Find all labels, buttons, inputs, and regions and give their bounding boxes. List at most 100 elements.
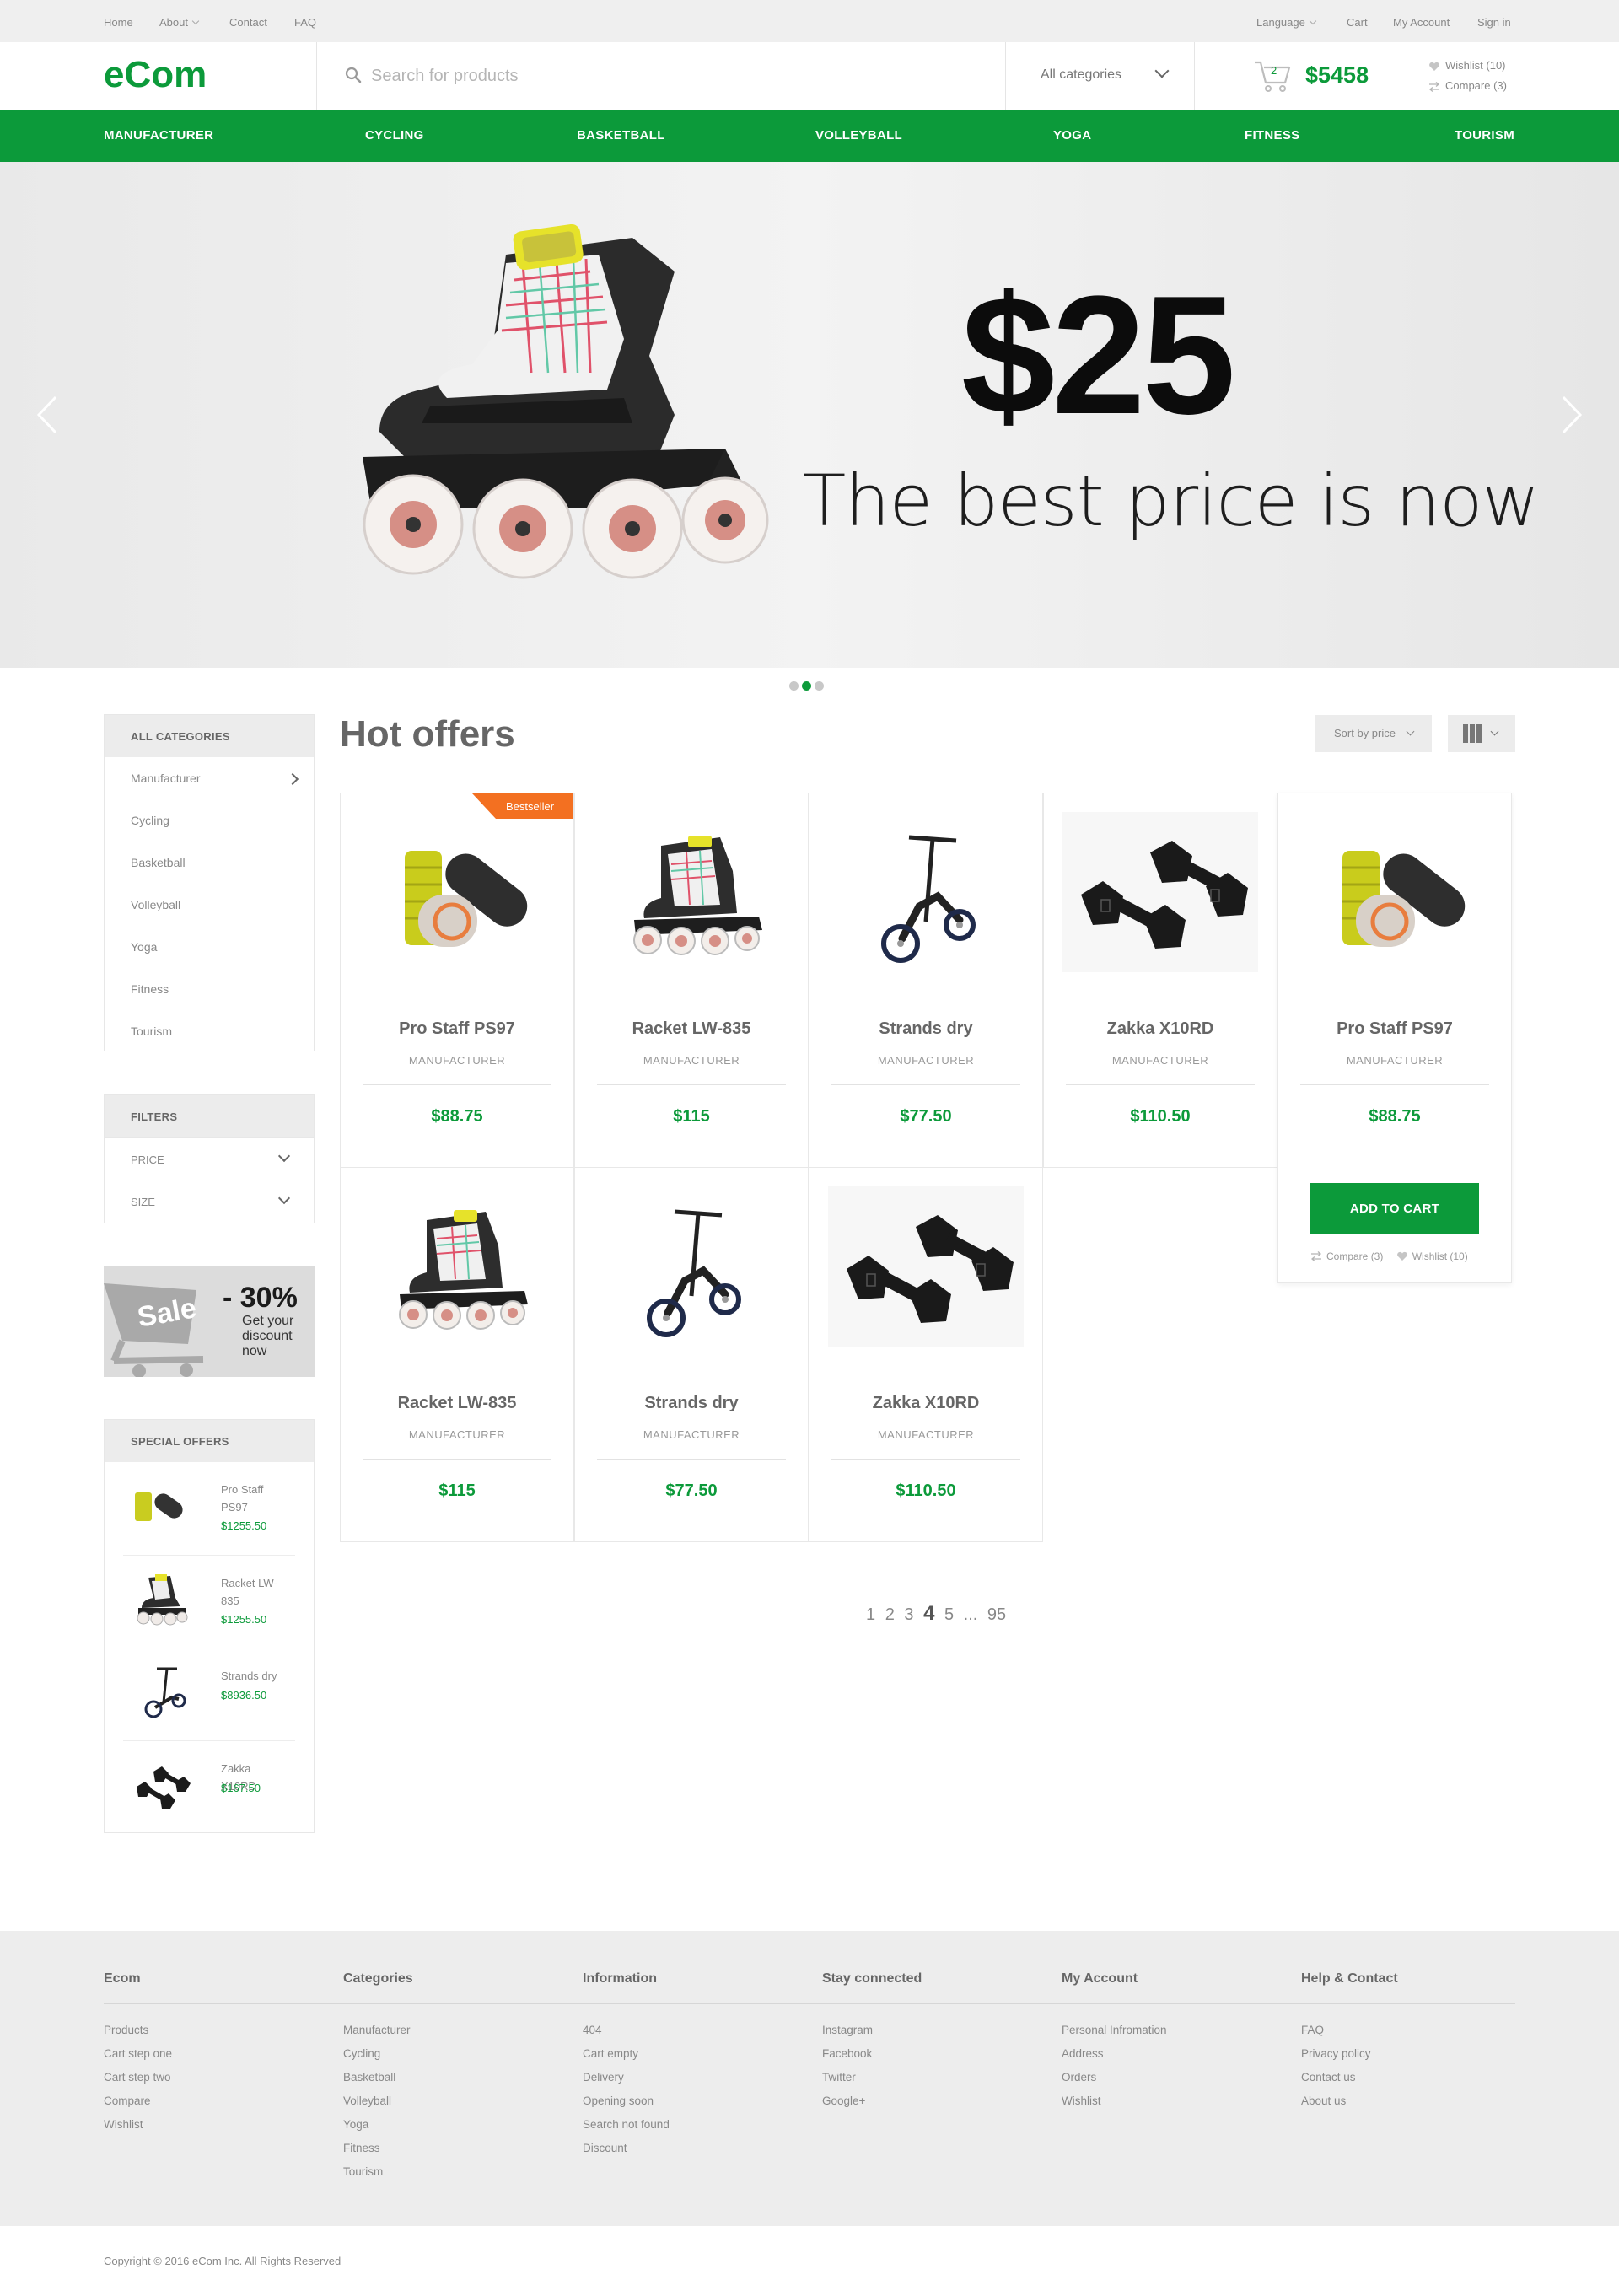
category-item-yoga[interactable]: Yoga xyxy=(105,926,314,968)
slider-dot-active[interactable] xyxy=(802,681,811,691)
top-link-about[interactable]: About xyxy=(159,16,200,29)
add-to-cart-button[interactable]: ADD TO CART xyxy=(1310,1183,1479,1234)
footer-link[interactable]: Wishlist xyxy=(104,2118,172,2142)
footer-link[interactable]: Contact us xyxy=(1301,2071,1371,2094)
product-name[interactable]: Zakka X10RD xyxy=(810,1394,1042,1413)
top-link-cart[interactable]: Cart xyxy=(1347,16,1368,29)
search-icon[interactable] xyxy=(345,67,362,83)
footer-link[interactable]: Google+ xyxy=(822,2094,873,2118)
product-card[interactable]: Bestseller Pro Staff PS97 MANUFACTURER $… xyxy=(340,793,574,1168)
special-offer-item[interactable]: Zakka X10RD $167.50 xyxy=(123,1740,295,1833)
nav-item-cycling[interactable]: CYCLING xyxy=(365,128,424,142)
category-select[interactable]: All categories xyxy=(1041,67,1121,83)
footer-link[interactable]: Compare xyxy=(104,2094,172,2118)
footer-link[interactable]: Twitter xyxy=(822,2071,873,2094)
header-compare-link[interactable]: Compare (3) xyxy=(1428,79,1507,92)
language-dropdown[interactable]: Language xyxy=(1256,16,1317,29)
footer-link[interactable]: Privacy policy xyxy=(1301,2047,1371,2071)
top-link-home[interactable]: Home xyxy=(104,16,133,29)
product-card[interactable]: Racket LW-835 MANUFACTURER $115 xyxy=(340,1167,574,1542)
category-item-manufacturer[interactable]: Manufacturer xyxy=(105,757,314,799)
chevron-down-icon[interactable] xyxy=(1154,63,1170,78)
footer-link[interactable]: Orders xyxy=(1062,2071,1167,2094)
page-link-current[interactable]: 4 xyxy=(923,1602,934,1625)
filter-size[interactable]: SIZE xyxy=(105,1180,314,1222)
sale-banner[interactable]: Sale - 30% Get your discount now xyxy=(104,1266,315,1377)
footer-link[interactable]: Delivery xyxy=(583,2071,670,2094)
header-wishlist-link[interactable]: Wishlist (10) xyxy=(1428,59,1506,72)
slider-dot[interactable] xyxy=(815,681,824,691)
product-name[interactable]: Pro Staff PS97 xyxy=(1278,1019,1511,1039)
category-item-fitness[interactable]: Fitness xyxy=(105,968,314,1010)
category-item-volleyball[interactable]: Volleyball xyxy=(105,884,314,926)
product-name[interactable]: Racket LW-835 xyxy=(341,1394,573,1413)
arrow-right-icon[interactable] xyxy=(1555,394,1589,436)
view-toggle[interactable] xyxy=(1448,715,1515,752)
nav-item-manufacturer[interactable]: MANUFACTURER xyxy=(104,128,213,142)
slider-dot[interactable] xyxy=(789,681,799,691)
card-compare-link[interactable]: Compare (3) xyxy=(1310,1250,1383,1262)
page-link[interactable]: 1 xyxy=(866,1605,875,1624)
product-card[interactable]: Zakka X10RD MANUFACTURER $110.50 xyxy=(1043,793,1277,1168)
footer-link[interactable]: FAQ xyxy=(1301,2024,1371,2047)
category-item-tourism[interactable]: Tourism xyxy=(105,1010,314,1052)
nav-item-volleyball[interactable]: VOLLEYBALL xyxy=(815,128,902,142)
nav-item-tourism[interactable]: TOURISM xyxy=(1455,128,1514,142)
footer-link[interactable]: Basketball xyxy=(343,2071,411,2094)
footer-link[interactable]: Fitness xyxy=(343,2142,411,2165)
footer-link[interactable]: Cart step one xyxy=(104,2047,172,2071)
page-link[interactable]: 2 xyxy=(885,1605,895,1624)
page-link[interactable]: 95 xyxy=(987,1605,1006,1624)
logo[interactable]: eCom xyxy=(104,54,207,96)
nav-item-basketball[interactable]: BASKETBALL xyxy=(577,128,665,142)
product-card[interactable]: Zakka X10RD MANUFACTURER $110.50 xyxy=(809,1167,1043,1542)
arrow-left-icon[interactable] xyxy=(30,394,64,436)
category-item-cycling[interactable]: Cycling xyxy=(105,799,314,842)
footer-link[interactable]: Cart empty xyxy=(583,2047,670,2071)
special-offer-item[interactable]: Racket LW-835 $1255.50 xyxy=(123,1555,295,1648)
footer-link[interactable]: Volleyball xyxy=(343,2094,411,2118)
category-item-basketball[interactable]: Basketball xyxy=(105,842,314,884)
card-wishlist-link[interactable]: Wishlist (10) xyxy=(1396,1250,1468,1262)
cart-total[interactable]: $5458 xyxy=(1305,62,1369,89)
footer-link[interactable]: Wishlist xyxy=(1062,2094,1167,2118)
product-card[interactable]: Strands dry MANUFACTURER $77.50 xyxy=(809,793,1043,1168)
product-name[interactable]: Zakka X10RD xyxy=(1044,1019,1277,1039)
footer-link[interactable]: Tourism xyxy=(343,2165,411,2189)
card-compare-label: Compare (3) xyxy=(1326,1250,1384,1262)
special-offer-item[interactable]: Strands dry $8936.50 xyxy=(123,1648,295,1740)
product-card-hovered[interactable]: Pro Staff PS97 MANUFACTURER $88.75 ADD T… xyxy=(1277,793,1512,1283)
nav-item-yoga[interactable]: YOGA xyxy=(1053,128,1091,142)
footer-link[interactable]: Address xyxy=(1062,2047,1167,2071)
footer-link[interactable]: Instagram xyxy=(822,2024,873,2047)
product-name[interactable]: Strands dry xyxy=(810,1019,1042,1039)
footer-link[interactable]: Products xyxy=(104,2024,172,2047)
footer-link[interactable]: 404 xyxy=(583,2024,670,2047)
special-offer-item[interactable]: Pro Staff PS97 $1255.50 xyxy=(123,1462,295,1555)
footer-link[interactable]: Manufacturer xyxy=(343,2024,411,2047)
product-name[interactable]: Strands dry xyxy=(575,1394,808,1413)
top-link-contact[interactable]: Contact xyxy=(229,16,267,29)
footer-link[interactable]: Cycling xyxy=(343,2047,411,2071)
nav-item-fitness[interactable]: FITNESS xyxy=(1245,128,1299,142)
product-card[interactable]: Racket LW-835 MANUFACTURER $115 xyxy=(574,793,809,1168)
filter-price[interactable]: PRICE xyxy=(105,1137,314,1180)
product-name[interactable]: Pro Staff PS97 xyxy=(341,1019,573,1039)
top-link-faq[interactable]: FAQ xyxy=(294,16,316,29)
footer-link[interactable]: Opening soon xyxy=(583,2094,670,2118)
footer-link[interactable]: Search not found xyxy=(583,2118,670,2142)
footer-link[interactable]: Facebook xyxy=(822,2047,873,2071)
footer-link[interactable]: Personal Infromation xyxy=(1062,2024,1167,2047)
sort-dropdown[interactable]: Sort by price xyxy=(1315,715,1432,752)
top-link-my-account[interactable]: My Account xyxy=(1393,16,1450,29)
footer-link[interactable]: Cart step two xyxy=(104,2071,172,2094)
search-input[interactable] xyxy=(371,59,978,93)
product-card[interactable]: Strands dry MANUFACTURER $77.50 xyxy=(574,1167,809,1542)
page-link[interactable]: 3 xyxy=(904,1605,913,1624)
product-name[interactable]: Racket LW-835 xyxy=(575,1019,808,1039)
top-link-sign-in[interactable]: Sign in xyxy=(1477,16,1511,29)
page-link[interactable]: 5 xyxy=(944,1605,954,1624)
footer-link[interactable]: Yoga xyxy=(343,2118,411,2142)
footer-link[interactable]: About us xyxy=(1301,2094,1371,2118)
footer-link[interactable]: Discount xyxy=(583,2142,670,2165)
